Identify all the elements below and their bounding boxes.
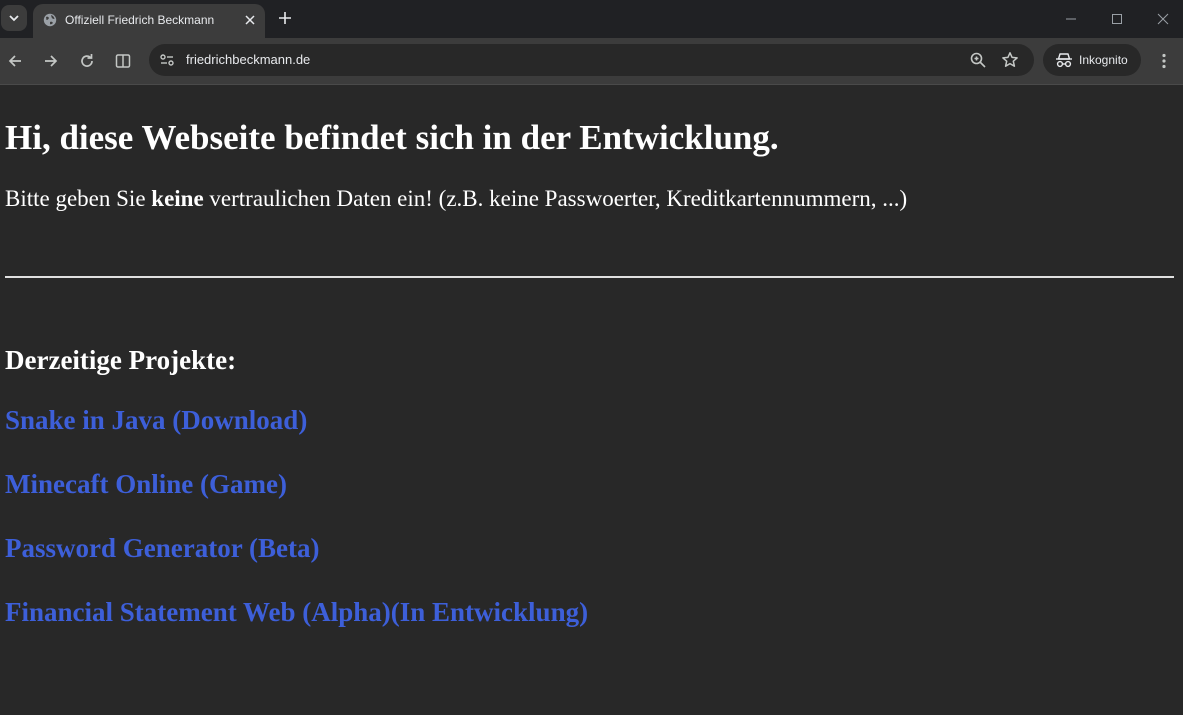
tab-title: Offiziell Friedrich Beckmann [65, 13, 215, 27]
close-icon[interactable] [242, 12, 258, 28]
warning-notice: Bitte geben Sie keine vertraulichen Date… [5, 186, 907, 212]
minimize-icon[interactable] [1063, 11, 1079, 27]
reload-icon[interactable] [77, 51, 97, 71]
incognito-badge[interactable]: Inkognito [1043, 44, 1141, 76]
globe-icon [43, 13, 57, 27]
incognito-label: Inkognito [1079, 53, 1128, 67]
tab-search-button[interactable] [1, 5, 27, 31]
maximize-icon[interactable] [1109, 11, 1125, 27]
project-link-minecaft[interactable]: Minecaft Online (Game) [5, 469, 287, 500]
projects-heading: Derzeitige Projekte: [5, 345, 237, 375]
notice-text-start: Bitte geben Sie [5, 186, 152, 211]
plus-icon[interactable] [277, 10, 293, 26]
browser-toolbar: friedrichbeckmann.de Inkognito [0, 38, 1183, 85]
page-content: Hi, diese Webseite befindet sich in der … [0, 85, 1183, 715]
more-vert-icon[interactable] [1154, 51, 1174, 71]
split-view-icon[interactable] [113, 51, 133, 71]
page-heading: Hi, diese Webseite befindet sich in der … [5, 118, 779, 157]
horizontal-divider [5, 276, 1174, 278]
address-bar[interactable]: friedrichbeckmann.de [149, 44, 1034, 76]
site-info-icon[interactable] [157, 50, 177, 70]
active-tab[interactable]: Offiziell Friedrich Beckmann [33, 4, 265, 38]
forward-arrow-icon[interactable] [41, 51, 61, 71]
project-link-snake[interactable]: Snake in Java (Download) [5, 405, 307, 436]
notice-emphasis: keine [151, 186, 204, 211]
url-text[interactable]: friedrichbeckmann.de [186, 52, 310, 67]
tab-search-icon [9, 15, 19, 22]
project-link-password-generator[interactable]: Password Generator (Beta) [5, 533, 319, 564]
project-link-financial-statement[interactable]: Financial Statement Web (Alpha)(In Entwi… [5, 597, 588, 628]
notice-text-end: vertraulichen Daten ein! (z.B. keine Pas… [203, 186, 908, 211]
tab-strip: Offiziell Friedrich Beckmann [0, 0, 1183, 38]
zoom-icon[interactable] [969, 51, 987, 69]
star-icon[interactable] [1001, 51, 1019, 69]
back-arrow-icon[interactable] [5, 51, 25, 71]
incognito-icon [1056, 53, 1072, 68]
window-close-icon[interactable] [1155, 11, 1171, 27]
